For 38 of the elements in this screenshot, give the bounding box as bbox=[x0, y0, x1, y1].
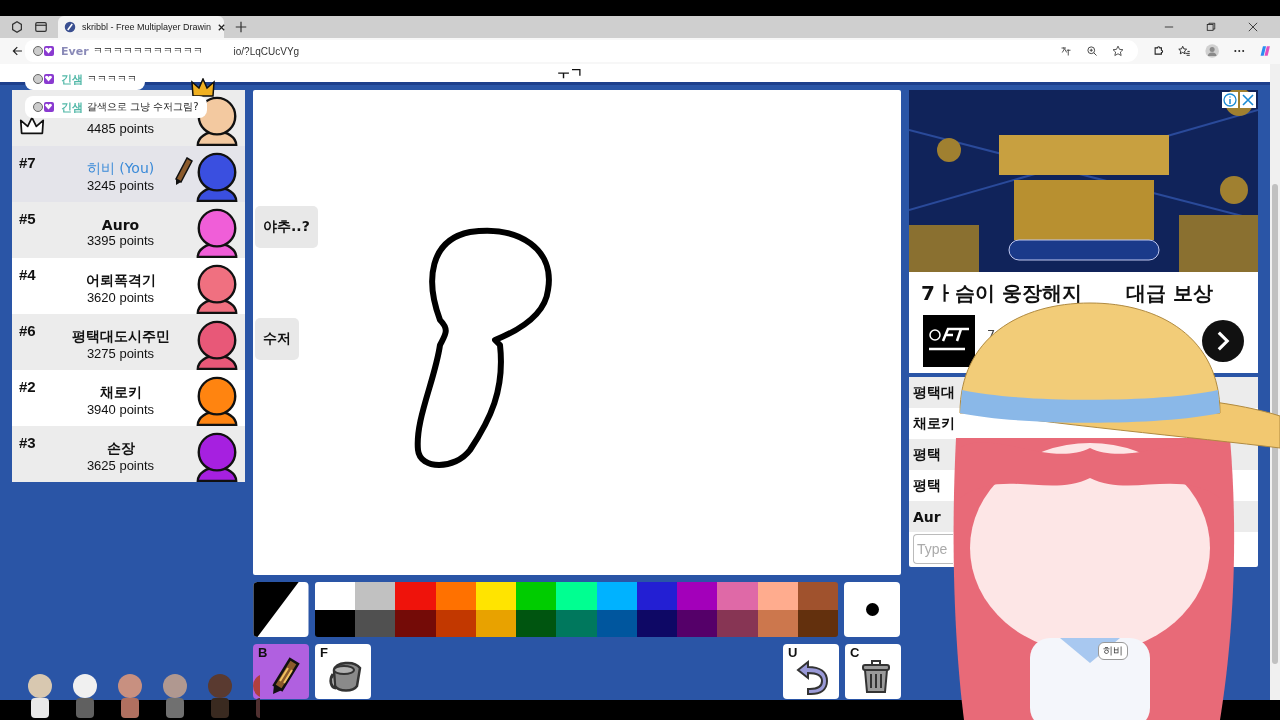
chat-name: 평택 bbox=[913, 476, 941, 495]
chat-message: ㅋㅋㅋㅋㅋ bbox=[87, 72, 137, 86]
player-points: 3245 points bbox=[86, 177, 155, 193]
speech-bubble: 수저 bbox=[255, 318, 299, 360]
word-hint: ㅜㄱ bbox=[557, 64, 583, 82]
chat-message: ㅋㅋㅋㅋㅋㅋㅋㅋㅋㅋㅋ bbox=[92, 44, 203, 58]
player-name: 채로키 bbox=[99, 383, 142, 402]
speech-bubble: 야추..? bbox=[255, 206, 318, 248]
chat-author: 긴샘 bbox=[61, 71, 83, 87]
player-name: 평택대도시주민 bbox=[71, 327, 170, 346]
chat-name: Aur bbox=[913, 508, 941, 525]
player-name: 손장 bbox=[106, 439, 135, 458]
player-points: 3940 points bbox=[86, 401, 155, 417]
player-points: 4485 points bbox=[86, 121, 155, 136]
player-points: 3275 points bbox=[86, 345, 155, 361]
name-tag: 히비 bbox=[1098, 642, 1128, 660]
player-points: 3395 points bbox=[86, 232, 155, 248]
player-name: 어뢰폭격기 bbox=[85, 271, 156, 290]
player-rank: #7 bbox=[19, 154, 37, 171]
player-points: 3620 points bbox=[86, 289, 155, 305]
player-rank: #2 bbox=[19, 378, 37, 395]
chat-name: 평택대 bbox=[913, 383, 955, 402]
ad-headline: 7ㅏ슴이 웅장해지 bbox=[921, 280, 1082, 307]
tab-title: skribbl - Free Multiplayer Drawin bbox=[82, 22, 212, 32]
player-name: Auro bbox=[101, 216, 140, 233]
ad-headline: 대급 보상 bbox=[1125, 280, 1213, 307]
chat-message: 갈색으로 그냥 수저그림? bbox=[87, 100, 199, 114]
player-rank: #6 bbox=[19, 322, 37, 339]
player-rank: #4 bbox=[19, 266, 37, 283]
player-name: 히비 (You) bbox=[86, 159, 155, 178]
player-points: 3625 points bbox=[86, 457, 155, 473]
player-rank: #3 bbox=[19, 434, 37, 451]
chat-name: 채로키 bbox=[913, 414, 955, 433]
chat-author: Ever bbox=[61, 44, 89, 58]
url-text: io/?LqCUcVYg bbox=[233, 45, 300, 57]
chat-name: 평택 bbox=[913, 445, 941, 464]
player-rank: #5 bbox=[19, 210, 37, 227]
chat-author: 긴샘 bbox=[61, 99, 83, 115]
